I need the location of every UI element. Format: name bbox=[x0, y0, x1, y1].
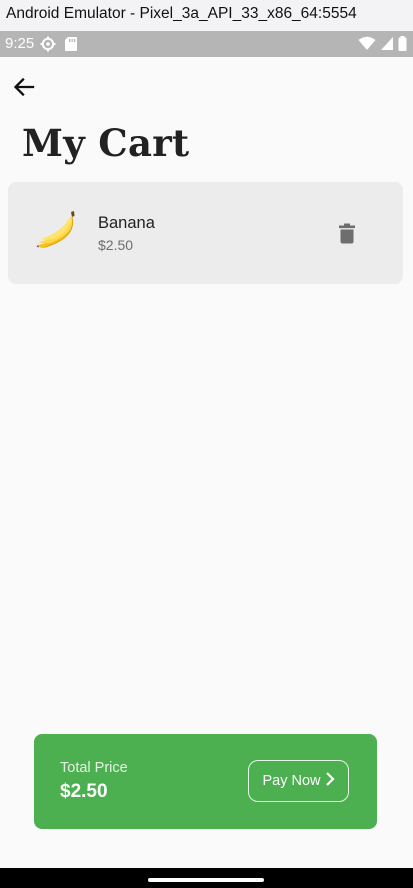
sd-card-icon bbox=[64, 36, 78, 57]
back-button[interactable] bbox=[12, 75, 38, 99]
cart-screen: My Cart Banana $2.50 Total Price $2.50 P… bbox=[0, 57, 413, 868]
settings-icon bbox=[40, 36, 56, 57]
wifi-icon bbox=[358, 36, 376, 56]
delete-icon bbox=[336, 223, 358, 250]
home-gesture-handle[interactable] bbox=[148, 878, 264, 882]
arrow-back-icon bbox=[12, 77, 38, 103]
item-name: Banana bbox=[98, 214, 155, 232]
pay-now-label: Pay Now bbox=[262, 773, 321, 789]
emulator-window-title: Android Emulator - Pixel_3a_API_33_x86_6… bbox=[0, 0, 413, 31]
pay-now-button[interactable]: Pay Now bbox=[248, 760, 349, 802]
checkout-panel: Total Price $2.50 Pay Now bbox=[34, 734, 377, 829]
page-title: My Cart bbox=[22, 121, 190, 165]
signal-icon bbox=[380, 36, 394, 56]
battery-icon bbox=[398, 36, 407, 56]
total-price-label: Total Price bbox=[60, 760, 128, 776]
total-price-value: $2.50 bbox=[60, 781, 108, 802]
delete-item-button[interactable] bbox=[336, 222, 358, 246]
status-bar: 9:25 bbox=[0, 31, 413, 57]
chevron-right-icon bbox=[325, 771, 335, 791]
cart-item: Banana $2.50 bbox=[8, 182, 403, 284]
system-navigation-bar bbox=[0, 868, 413, 888]
banana-icon bbox=[36, 208, 80, 252]
item-price: $2.50 bbox=[98, 237, 134, 253]
status-time: 9:25 bbox=[5, 35, 35, 52]
window-title-text: Android Emulator - Pixel_3a_API_33_x86_6… bbox=[6, 5, 357, 22]
